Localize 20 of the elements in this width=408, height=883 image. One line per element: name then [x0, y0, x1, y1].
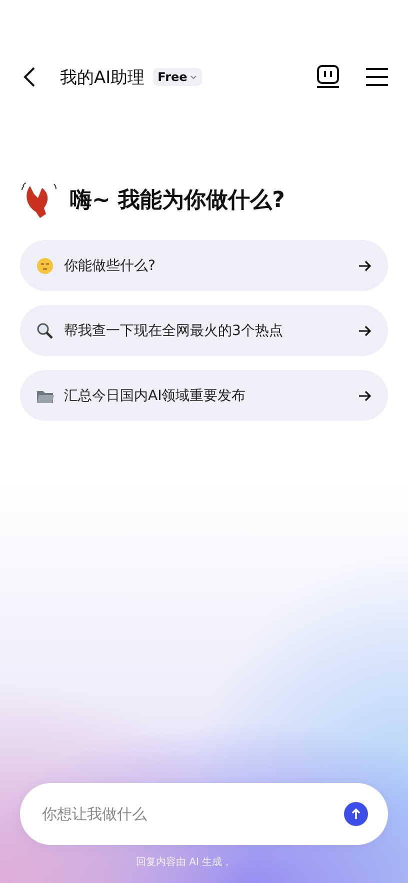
plan-dropdown[interactable]: Free — [152, 68, 202, 86]
arrow-right-icon — [358, 324, 372, 336]
disclaimer-text: 回复内容由 AI 生成， — [135, 856, 232, 869]
arrow-up-icon — [351, 808, 361, 820]
menu-icon[interactable] — [366, 67, 388, 87]
suggestion-card[interactable]: 汇总今日国内AI领域重要发布 — [20, 370, 388, 421]
suggestion-card[interactable]: 你能做些什么? — [20, 240, 388, 291]
caret-icon — [190, 74, 198, 80]
greeting-heading: 嗨~ 我能为你做什么? — [70, 187, 285, 215]
robot-face-icon[interactable] — [316, 65, 340, 89]
suggestion-card[interactable]: 帮我查一下现在全网最火的3个热点 — [20, 305, 388, 356]
send-button[interactable] — [344, 802, 368, 826]
magnifier-icon — [36, 322, 54, 340]
arrow-right-icon — [358, 260, 372, 272]
page-title: 我的AI助理 — [60, 66, 145, 88]
message-field[interactable]: 你想让我做什么 — [20, 783, 388, 845]
arrow-right-icon — [358, 390, 372, 402]
message-input[interactable]: 你想让我做什么 — [40, 804, 344, 824]
back-icon[interactable] — [22, 66, 36, 88]
thinking-face-icon — [36, 256, 54, 274]
